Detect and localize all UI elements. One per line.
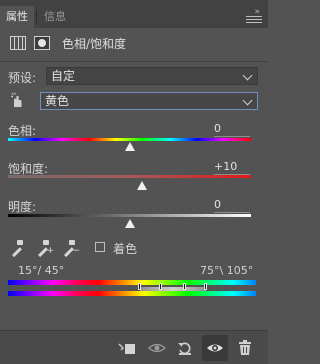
range-left-label: 15°/ 45° [18, 264, 65, 277]
mask-icon[interactable] [34, 36, 50, 50]
panel-footer [0, 330, 268, 364]
eyedropper-subtract-icon[interactable]: − [62, 240, 80, 256]
colorize-checkbox[interactable] [95, 242, 105, 252]
panel-title: 色相/饱和度 [62, 36, 127, 51]
hue-label: 色相: [8, 124, 37, 138]
preset-select-value: 自定 [51, 69, 76, 83]
chevron-down-icon [242, 95, 253, 106]
lightness-gradient-bar [8, 214, 251, 217]
visibility-toggle[interactable] [202, 335, 228, 361]
preset-select[interactable]: 自定 [46, 67, 258, 85]
tab-info[interactable]: 信息 [38, 6, 72, 28]
input-color-spectrum [8, 280, 256, 285]
range-handle-right-inner[interactable] [183, 283, 186, 290]
range-right-label: 75°\ 105° [200, 264, 254, 277]
panel-header: 色相/饱和度 [10, 34, 126, 52]
hue-value-field[interactable]: 0 [214, 122, 250, 137]
output-color-spectrum [8, 291, 256, 296]
lightness-slider-thumb[interactable] [125, 219, 135, 228]
hand-target-icon[interactable] [9, 92, 25, 108]
panel-tab-bar: 属性 信息 » [0, 0, 268, 28]
saturation-gradient-bar [8, 175, 251, 178]
channel-select-value: 黄色 [45, 94, 70, 108]
eyedropper-icon[interactable] [10, 240, 24, 256]
colorize-label: 着色 [113, 242, 138, 256]
panel-menu-icon[interactable] [246, 16, 262, 26]
hue-spectrum-bar [8, 138, 251, 141]
saturation-slider-thumb[interactable] [137, 181, 147, 190]
saturation-value-field[interactable]: +10 [214, 160, 250, 175]
range-handle-right-outer[interactable] [204, 283, 207, 290]
range-handle-left-outer[interactable] [138, 283, 141, 290]
trash-icon[interactable] [238, 340, 252, 356]
reset-icon[interactable] [177, 340, 193, 356]
lightness-label: 明度: [8, 200, 37, 214]
eye-icon [207, 344, 223, 352]
tab-separator [36, 10, 37, 24]
clip-to-layer-icon[interactable] [118, 340, 136, 356]
chevron-down-icon [242, 70, 253, 81]
lightness-value-field[interactable]: 0 [214, 198, 250, 213]
channel-select[interactable]: 黄色 [40, 92, 258, 110]
hue-slider-thumb[interactable] [125, 142, 135, 151]
eyedropper-tools: + − [10, 240, 80, 256]
view-previous-icon[interactable] [148, 340, 166, 356]
eyedropper-add-icon[interactable]: + [36, 240, 54, 256]
preset-label: 预设: [8, 71, 37, 85]
tab-properties[interactable]: 属性 [0, 6, 34, 28]
header-divider [0, 61, 268, 62]
adjustment-grid-icon[interactable] [10, 36, 26, 50]
range-handle-left-inner[interactable] [159, 283, 162, 290]
